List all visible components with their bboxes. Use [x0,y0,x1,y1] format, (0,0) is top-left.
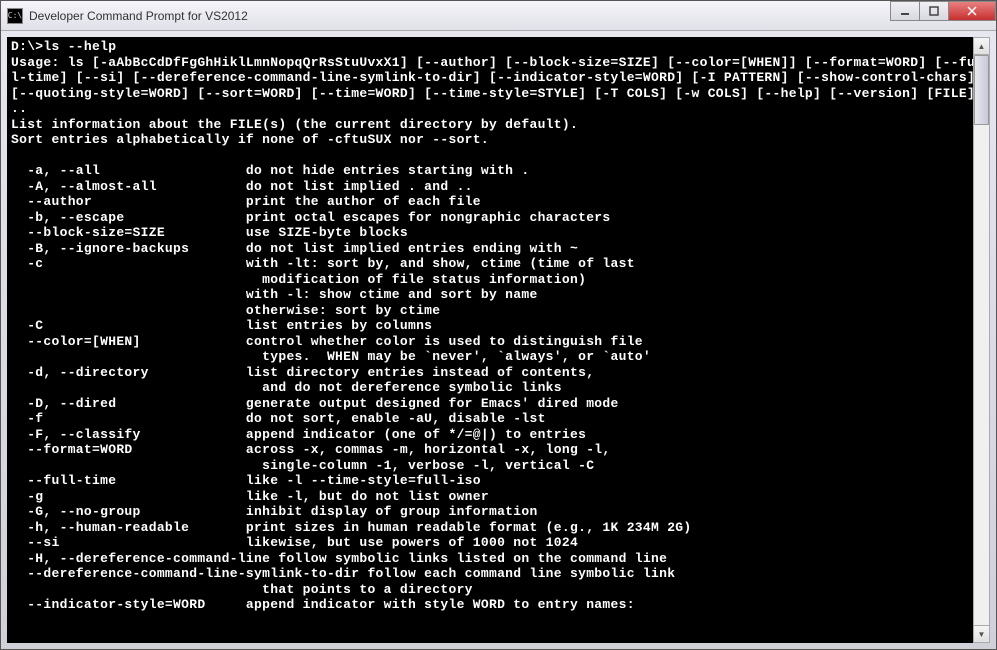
close-icon [967,6,977,16]
close-button[interactable] [948,1,996,21]
vertical-scrollbar[interactable]: ▲ ▼ [973,37,990,643]
maximize-button[interactable] [919,1,949,21]
window-title: Developer Command Prompt for VS2012 [29,9,891,23]
chevron-up-icon: ▲ [978,42,986,51]
chevron-down-icon: ▼ [978,630,986,639]
minimize-button[interactable] [890,1,920,21]
content-area: D:\>ls --help Usage: ls [-aAbBcCdDfFgGhH… [1,31,996,649]
terminal-output[interactable]: D:\>ls --help Usage: ls [-aAbBcCdDfFgGhH… [7,37,973,643]
scroll-thumb[interactable] [974,55,989,125]
window-controls [891,1,996,21]
scroll-up-button[interactable]: ▲ [974,38,989,55]
scroll-down-button[interactable]: ▼ [974,625,989,642]
app-icon: C:\ [7,8,23,24]
maximize-icon [929,6,939,16]
window-titlebar: C:\ Developer Command Prompt for VS2012 [1,1,996,31]
minimize-icon [900,6,910,16]
